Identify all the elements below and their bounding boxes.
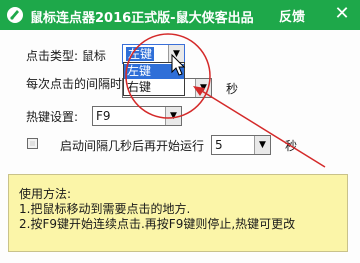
hotkey-select[interactable]: F9 ▼	[92, 106, 182, 126]
close-icon[interactable]: ✕	[330, 3, 354, 25]
chevron-down-icon[interactable]: ▼	[254, 136, 270, 154]
click-type-label: 点击类型: 鼠标	[26, 49, 106, 63]
usage-help-box: 使用方法: 1.把鼠标移动到需要点击的地方. 2.按F9键开始连续点击.再按F9…	[8, 174, 348, 252]
hotkey-label: 热键设置:	[26, 110, 79, 124]
app-window: 鼠标连点器2016正式版-鼠大侠客出品 反馈 ✕ 点击类型: 鼠标 左键 ▼ 每…	[0, 0, 360, 263]
app-logo-icon	[6, 6, 24, 24]
click-type-select[interactable]: 左键 ▼	[122, 44, 185, 64]
chevron-down-icon[interactable]: ▼	[195, 79, 211, 97]
dropdown-option-right[interactable]: 右键	[124, 80, 184, 95]
delay-unit: 秒	[285, 139, 298, 153]
dropdown-option-left[interactable]: 左键	[124, 64, 184, 79]
chevron-down-icon[interactable]: ▼	[165, 107, 181, 125]
interval-unit: 秒	[226, 82, 239, 96]
help-step-2: 2.按F9键开始连续点击.再按F9键则停止,热键可更改	[19, 217, 296, 231]
click-type-selected-value: 左键	[126, 47, 155, 61]
click-type-dropdown-list[interactable]: 左键 右键	[123, 62, 185, 96]
window-title: 鼠标连点器2016正式版-鼠大侠客出品	[30, 11, 254, 26]
delay-start-label: 启动间隔几秒后再开始运行	[60, 139, 205, 153]
title-bar[interactable]: 鼠标连点器2016正式版-鼠大侠客出品 反馈 ✕	[0, 0, 360, 30]
hotkey-value: F9	[96, 109, 111, 123]
annotation-arrow-line	[196, 87, 326, 168]
interval-label: 每次点击的间隔时	[26, 77, 123, 91]
feedback-button[interactable]: 反馈	[279, 6, 305, 25]
chevron-down-icon[interactable]: ▼	[168, 45, 184, 63]
delay-seconds-value: 5	[215, 138, 223, 152]
delay-seconds-select[interactable]: 5 ▼	[211, 135, 271, 155]
delay-start-checkbox[interactable]	[27, 138, 38, 149]
